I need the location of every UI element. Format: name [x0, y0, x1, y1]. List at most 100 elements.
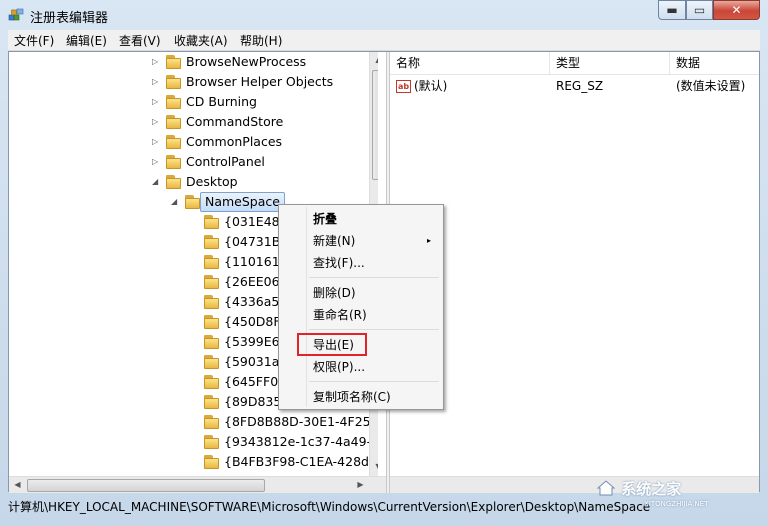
close-button[interactable]: ✕	[713, 0, 760, 20]
folder-icon	[204, 315, 219, 329]
tree-item-label: CommandStore	[186, 114, 284, 129]
folder-icon	[166, 115, 181, 129]
tree-item[interactable]: ▷ CommonPlaces	[9, 132, 369, 152]
window-title: 注册表编辑器	[30, 11, 109, 26]
tree-vertical-scroll-thumb[interactable]	[372, 70, 378, 180]
folder-icon	[204, 435, 219, 449]
registry-editor-window: 注册表编辑器 ▬ ▭ ✕ 文件(F) 编辑(E) 查看(V) 收藏夹(A) 帮助…	[0, 0, 768, 526]
column-header-data[interactable]: 数据	[670, 52, 759, 74]
watermark-house-icon	[596, 480, 616, 496]
menu-file[interactable]: 文件(F)	[14, 32, 54, 49]
expand-icon[interactable]: ▷	[152, 112, 162, 132]
tree-item-label: Desktop	[186, 174, 238, 189]
folder-icon	[204, 255, 219, 269]
minimize-button[interactable]: ▬	[658, 0, 686, 20]
menu-view[interactable]: 查看(V)	[119, 32, 161, 49]
title-bar[interactable]: 注册表编辑器 ▬ ▭ ✕	[0, 0, 768, 30]
collapse-icon[interactable]: ◢	[171, 192, 181, 212]
menu-item-rename[interactable]: 重命名(R)	[313, 305, 367, 325]
folder-icon	[166, 155, 181, 169]
column-header-type[interactable]: 类型	[550, 52, 670, 74]
menu-item-delete[interactable]: 删除(D)	[313, 283, 356, 303]
tree-item-label: CD Burning	[186, 94, 257, 109]
values-list: 名称 类型 数据 ab (默认) REG_SZ (数值未设置)	[390, 52, 759, 476]
maximize-icon: ▭	[693, 3, 706, 17]
menu-help[interactable]: 帮助(H)	[240, 32, 282, 49]
menu-item-permissions[interactable]: 权限(P)...	[313, 357, 365, 377]
export-highlight-box	[297, 333, 367, 356]
folder-open-icon	[166, 175, 181, 189]
menu-bar: 文件(F) 编辑(E) 查看(V) 收藏夹(A) 帮助(H)	[8, 30, 760, 51]
watermark-text: 系统之家	[621, 480, 682, 498]
menu-item-new-label: 新建(N)	[313, 234, 356, 248]
value-data: (数值未设置)	[676, 79, 746, 93]
tree-item[interactable]: ▷ CommandStore	[9, 112, 369, 132]
list-horizontal-scrollbar[interactable]	[390, 476, 759, 493]
menu-separator	[309, 277, 439, 278]
folder-icon	[204, 395, 219, 409]
tree-item[interactable]: ▷ Browser Helper Objects	[9, 72, 369, 92]
watermark-logo: 系统之家	[596, 478, 681, 499]
tree-item-desktop[interactable]: ◢ Desktop	[9, 172, 369, 192]
menu-item-find[interactable]: 查找(F)...	[313, 253, 365, 273]
menu-item-copy-key-name[interactable]: 复制项名称(C)	[313, 387, 391, 407]
folder-icon	[166, 75, 181, 89]
expand-icon[interactable]: ▷	[152, 72, 162, 92]
tree-item-label: CommonPlaces	[186, 134, 283, 149]
tree-item-label: {8FD8B88D-30E1-4F25-A	[224, 414, 378, 429]
expand-icon[interactable]: ▷	[152, 52, 162, 72]
folder-icon	[204, 235, 219, 249]
scroll-down-icon[interactable]: ▼	[370, 462, 378, 471]
menu-separator	[309, 329, 439, 330]
scroll-left-icon[interactable]: ◀	[9, 480, 26, 489]
menu-item-collapse[interactable]: 折叠	[313, 209, 337, 229]
tree-item-label: Browser Helper Objects	[186, 74, 334, 89]
menu-favorites[interactable]: 收藏夹(A)	[174, 32, 228, 49]
tree-item-label-selected: NameSpace	[200, 192, 285, 212]
menu-edit[interactable]: 编辑(E)	[66, 32, 107, 49]
folder-icon	[204, 215, 219, 229]
folder-icon	[166, 95, 181, 109]
tree-item-label: {9343812e-1c37-4a49-a1	[224, 434, 378, 449]
string-value-icon: ab	[396, 80, 411, 93]
tree-horizontal-scroll-thumb[interactable]	[27, 479, 265, 492]
folder-icon	[204, 275, 219, 289]
tree-item[interactable]: {B4FB3F98-C1EA-428d-A	[9, 452, 378, 472]
tree-item[interactable]: ▷ CD Burning	[9, 92, 369, 112]
expand-icon[interactable]: ▷	[152, 92, 162, 112]
folder-icon	[166, 55, 181, 69]
collapse-icon[interactable]: ◢	[152, 172, 162, 192]
value-type: REG_SZ	[556, 79, 604, 93]
context-menu: 折叠 新建(N) ▸ 查找(F)... 删除(D) 重命名(R) 导出(E) 权…	[278, 204, 444, 410]
tree-horizontal-scrollbar[interactable]: ◀ ▶	[9, 476, 386, 493]
folder-icon	[204, 415, 219, 429]
expand-icon[interactable]: ▷	[152, 132, 162, 152]
folder-icon	[166, 135, 181, 149]
scroll-right-icon[interactable]: ▶	[352, 480, 369, 489]
submenu-arrow-icon: ▸	[427, 236, 432, 245]
tree-item-label: ControlPanel	[186, 154, 265, 169]
folder-open-icon	[185, 195, 200, 209]
tree-item[interactable]: {8FD8B88D-30E1-4F25-A	[9, 412, 378, 432]
folder-icon	[204, 335, 219, 349]
scroll-up-icon[interactable]: ▲	[370, 55, 378, 64]
tree-item[interactable]: ▷ ControlPanel	[9, 152, 369, 172]
header-divider	[390, 74, 759, 75]
expand-icon[interactable]: ▷	[152, 152, 162, 172]
watermark-subtext: XITONGZHIJIA.NET	[644, 500, 709, 508]
close-icon: ✕	[731, 3, 742, 17]
folder-icon	[204, 455, 219, 469]
folder-icon	[204, 295, 219, 309]
tree-item[interactable]: {9343812e-1c37-4a49-a1	[9, 432, 378, 452]
column-header-name[interactable]: 名称	[390, 52, 550, 74]
registry-editor-icon	[8, 8, 24, 21]
menu-item-new[interactable]: 新建(N)	[313, 231, 439, 251]
tree-item-label: {B4FB3F98-C1EA-428d-A	[224, 454, 378, 469]
menu-gutter	[306, 207, 307, 407]
tree-item-label: BrowseNewProcess	[186, 54, 307, 69]
tree-item[interactable]: ▷ BrowseNewProcess	[9, 52, 369, 72]
folder-icon	[204, 375, 219, 389]
folder-icon	[204, 355, 219, 369]
maximize-button[interactable]: ▭	[686, 0, 713, 20]
menu-separator	[309, 381, 439, 382]
